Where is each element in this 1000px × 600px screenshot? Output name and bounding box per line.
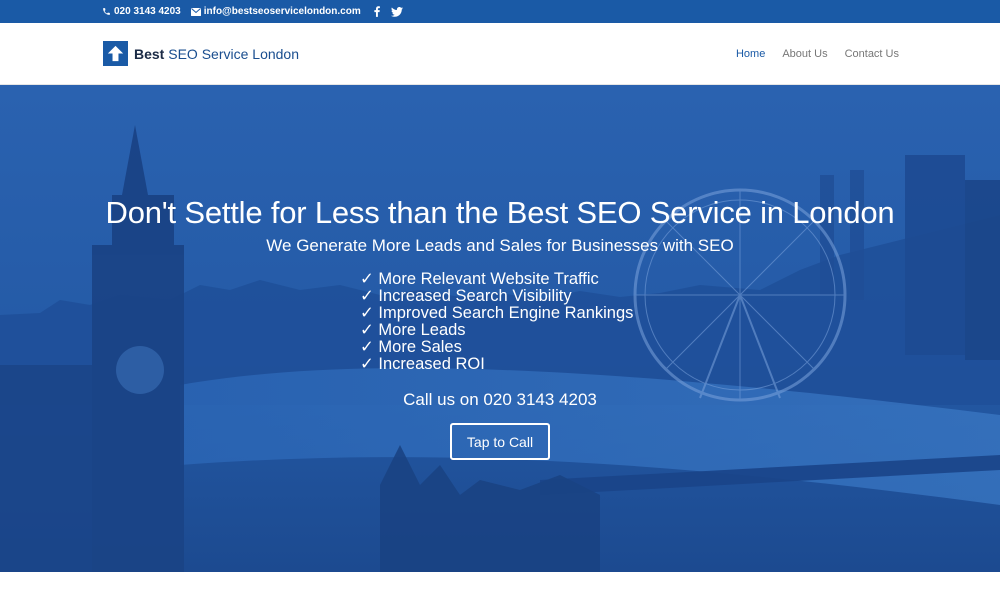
hero-title: Don't Settle for Less than the Best SEO …	[105, 195, 895, 230]
below-fold-strip	[0, 572, 1000, 600]
nav-about-us[interactable]: About Us	[782, 48, 827, 60]
call-us-text: Call us on 020 3143 4203	[403, 390, 597, 409]
nav-contact-us[interactable]: Contact Us	[845, 48, 899, 60]
benefits-list: ✓ More Relevant Website Traffic ✓ Increa…	[360, 271, 633, 373]
list-item: ✓ More Leads	[360, 321, 466, 339]
hero-content: Don't Settle for Less than the Best SEO …	[0, 85, 1000, 572]
tap-to-call-button[interactable]: Tap to Call	[450, 423, 550, 460]
topbar-email-text: info@bestseoservicelondon.com	[203, 6, 361, 17]
top-bar: 020 3143 4203 info@bestseoservicelondon.…	[0, 0, 1000, 23]
site-header: Best SEO Service London Home About Us Co…	[0, 23, 1000, 85]
nav-home[interactable]: Home	[736, 48, 765, 60]
logo-word-rest: SEO Service London	[168, 45, 299, 62]
list-item: ✓ More Sales	[360, 338, 462, 356]
logo-text: Best SEO Service London	[134, 46, 299, 62]
envelope-icon	[190, 7, 201, 16]
phone-icon	[103, 8, 110, 15]
list-item: ✓ Increased Search Visibility	[360, 287, 572, 305]
hero-subtitle: We Generate More Leads and Sales for Bus…	[266, 236, 734, 255]
facebook-icon[interactable]	[374, 6, 380, 17]
logo-word-best: Best	[134, 45, 165, 62]
topbar-email[interactable]: info@bestseoservicelondon.com	[190, 6, 361, 17]
topbar-phone-text: 020 3143 4203	[114, 6, 181, 17]
social-links	[374, 6, 403, 17]
main-nav: Home About Us Contact Us	[736, 23, 899, 85]
list-item: ✓ Increased ROI	[360, 355, 485, 373]
arrow-up-icon	[103, 41, 128, 66]
list-item: ✓ More Relevant Website Traffic	[360, 270, 599, 288]
hero-section: Don't Settle for Less than the Best SEO …	[0, 85, 1000, 572]
twitter-icon[interactable]	[390, 6, 403, 17]
list-item: ✓ Improved Search Engine Rankings	[360, 304, 634, 322]
site-logo[interactable]: Best SEO Service London	[103, 41, 299, 66]
topbar-phone[interactable]: 020 3143 4203	[102, 6, 181, 17]
